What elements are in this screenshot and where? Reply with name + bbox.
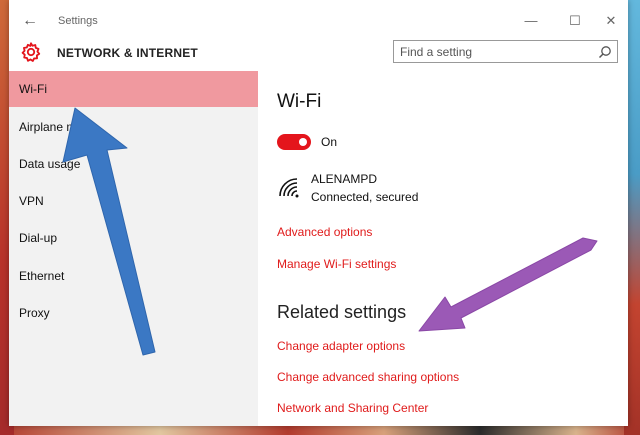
toggle-knob [299,138,307,146]
close-button[interactable]: ✕ [599,11,623,31]
network-name[interactable]: ALENAMPD [311,172,377,186]
sidebar-item-wifi[interactable]: Wi-Fi [9,71,258,107]
gear-icon [21,42,41,62]
sidebar-item-ethernet[interactable]: Ethernet [9,258,258,294]
wifi-toggle[interactable] [277,134,311,150]
toggle-state-label: On [321,135,338,149]
title-bar: ← Settings — ☐ ✕ [9,0,628,40]
page-title: Wi-Fi [277,91,322,112]
minimize-button[interactable]: — [519,11,543,31]
sidebar-item-dial-up[interactable]: Dial-up [9,220,258,256]
main-content: Wi-Fi On ALENAMPD Connected, secured Adv… [258,71,628,426]
sidebar-item-vpn[interactable]: VPN [9,183,258,219]
back-button[interactable]: ← [20,11,40,31]
sidebar-item-airplane-mode[interactable]: Airplane mode [9,109,258,145]
change-adapter-options-link[interactable]: Change adapter options [277,339,405,353]
related-settings-title: Related settings [277,302,407,322]
network-status: Connected, secured [311,190,419,204]
advanced-options-link[interactable]: Advanced options [277,225,372,239]
search-box[interactable] [393,40,618,63]
manage-wifi-settings-link[interactable]: Manage Wi-Fi settings [277,257,396,271]
settings-window: ← Settings — ☐ ✕ NETWORK & INTERNET Wi-F… [9,0,628,426]
network-sharing-center-link[interactable]: Network and Sharing Center [277,401,428,415]
page-header: NETWORK & INTERNET [9,38,628,70]
maximize-button[interactable]: ☐ [563,11,587,31]
sidebar-item-data-usage[interactable]: Data usage [9,146,258,182]
sidebar-item-proxy[interactable]: Proxy [9,295,258,331]
change-advanced-sharing-link[interactable]: Change advanced sharing options [277,370,459,384]
wifi-signal-icon [279,178,299,198]
sidebar-nav: Wi-Fi Airplane mode Data usage VPN Dial-… [9,71,258,426]
section-title: NETWORK & INTERNET [57,46,198,60]
search-icon[interactable] [598,45,612,59]
app-title: Settings [58,15,98,27]
search-input[interactable] [400,44,590,60]
